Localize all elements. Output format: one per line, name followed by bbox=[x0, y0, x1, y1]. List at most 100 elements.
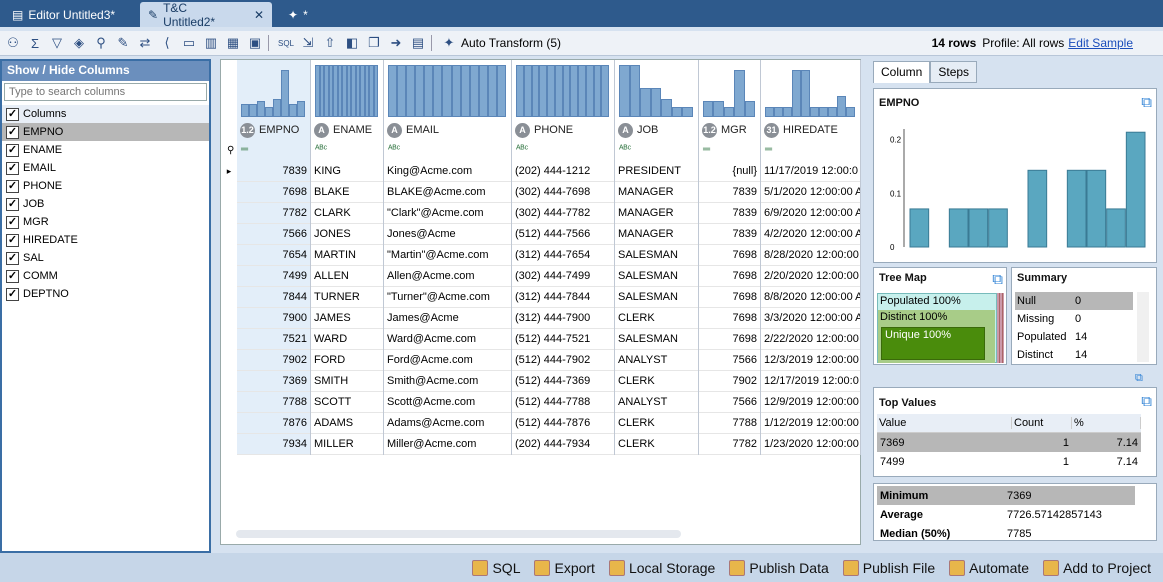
summary-row[interactable]: Distinct 14 bbox=[1015, 346, 1133, 364]
table-cell[interactable]: 3/3/2020 12:00:00 A bbox=[761, 308, 860, 329]
table-cell[interactable]: WARD bbox=[311, 329, 383, 350]
table-icon[interactable]: ▤ bbox=[409, 34, 427, 52]
checkbox[interactable]: ✓ bbox=[6, 287, 19, 301]
table-cell[interactable]: PRESIDENT bbox=[615, 161, 698, 182]
table-cell[interactable]: CLARK bbox=[311, 203, 383, 224]
table-cell[interactable]: CLERK bbox=[615, 413, 698, 434]
column-toggle-comm[interactable]: ✓ COMM bbox=[2, 267, 209, 285]
sum-icon[interactable]: Σ bbox=[26, 34, 44, 52]
table-cell[interactable]: CLERK bbox=[615, 308, 698, 329]
sql-button[interactable]: SQL bbox=[472, 559, 520, 576]
column-header[interactable]: A PHONE bbox=[512, 121, 614, 139]
summary-row[interactable]: Populated 14 bbox=[1015, 328, 1133, 346]
upload-icon[interactable]: ⇧ bbox=[321, 34, 339, 52]
grid-column-phone[interactable]: A PHONE ᴬᴮᶜ (202) 444-1212 (302) 444-7698 (30… bbox=[512, 60, 615, 455]
table-cell[interactable]: 1/23/2020 12:00:00 bbox=[761, 434, 860, 455]
table-cell[interactable]: 7839 bbox=[699, 224, 760, 245]
checkbox[interactable]: ✓ bbox=[6, 233, 19, 247]
table-cell[interactable]: 5/1/2020 12:00:00 A bbox=[761, 182, 860, 203]
table-cell[interactable]: (312) 444-7654 bbox=[512, 245, 614, 266]
top-value-row[interactable]: 7499 1 7.14 bbox=[877, 452, 1141, 471]
table-cell[interactable]: 8/8/2020 12:00:00 A bbox=[761, 287, 860, 308]
table-cell[interactable]: JONES bbox=[311, 224, 383, 245]
arrow-icon[interactable]: ➜ bbox=[387, 34, 405, 52]
stat-row[interactable]: Minimum 7369 bbox=[877, 486, 1135, 505]
table-cell[interactable]: SALESMAN bbox=[615, 287, 698, 308]
table-cell[interactable]: SALESMAN bbox=[615, 245, 698, 266]
table-cell[interactable]: 6/9/2020 12:00:00 A bbox=[761, 203, 860, 224]
expand-icon[interactable]: ⧉ bbox=[1135, 372, 1143, 385]
table-cell[interactable]: (202) 444-1212 bbox=[512, 161, 614, 182]
search-columns-input[interactable] bbox=[4, 83, 207, 101]
checkbox[interactable]: ✓ bbox=[6, 107, 19, 121]
table-cell[interactable]: FORD bbox=[311, 350, 383, 371]
table-cell[interactable]: James@Acme bbox=[384, 308, 511, 329]
grid-column-hiredate[interactable]: 31 HIREDATE ═ 11/17/2019 12:00:0 5/1/2020 12… bbox=[761, 60, 861, 455]
pencil-icon[interactable]: ✎ bbox=[114, 34, 132, 52]
sql-icon[interactable]: SQL bbox=[277, 34, 295, 52]
calendar-icon[interactable]: ▣ bbox=[246, 34, 264, 52]
table-cell[interactable]: Ward@Acme.com bbox=[384, 329, 511, 350]
binoculars-icon[interactable]: ⚇ bbox=[4, 34, 22, 52]
table-cell[interactable]: 7782 bbox=[699, 434, 760, 455]
text-type-icon[interactable]: ᴬᴮᶜ bbox=[388, 144, 400, 155]
column-toggle-ename[interactable]: ✓ ENAME bbox=[2, 141, 209, 159]
tab-tc[interactable]: ✎ T&C Untitled2* ✕ bbox=[140, 1, 272, 29]
table-cell[interactable]: ALLEN bbox=[311, 266, 383, 287]
table-cell[interactable]: Jones@Acme bbox=[384, 224, 511, 245]
table-cell[interactable]: 7566 bbox=[699, 392, 760, 413]
table-cell[interactable]: Allen@Acme.com bbox=[384, 266, 511, 287]
table-cell[interactable]: ANALYST bbox=[615, 392, 698, 413]
column-header[interactable]: 1.2 EMPNO bbox=[237, 121, 310, 139]
column-toggle-email[interactable]: ✓ EMAIL bbox=[2, 159, 209, 177]
table-cell[interactable]: (512) 444-7566 bbox=[512, 224, 614, 245]
checkbox[interactable]: ✓ bbox=[6, 143, 19, 157]
grid-column-mgr[interactable]: 1.2 MGR ═ {null} 7839 7839 7839 7698 7698 7698 769… bbox=[699, 60, 761, 455]
horizontal-scrollbar[interactable] bbox=[236, 530, 681, 538]
table-cell[interactable]: 7369 bbox=[237, 371, 310, 392]
tab-steps[interactable]: Steps bbox=[930, 61, 978, 83]
copy-icon[interactable]: ❐ bbox=[365, 34, 383, 52]
tab-new[interactable]: ✦ * bbox=[280, 2, 316, 27]
table-cell[interactable]: 8/28/2020 12:00:00 bbox=[761, 245, 860, 266]
column-header[interactable]: A EMAIL bbox=[384, 121, 511, 139]
table-cell[interactable]: BLAKE bbox=[311, 182, 383, 203]
table-cell[interactable]: 12/17/2019 12:00:0 bbox=[761, 371, 860, 392]
table-cell[interactable]: Miller@Acme.com bbox=[384, 434, 511, 455]
table-cell[interactable]: 7844 bbox=[237, 287, 310, 308]
column-toggle-phone[interactable]: ✓ PHONE bbox=[2, 177, 209, 195]
checkbox[interactable]: ✓ bbox=[6, 215, 19, 229]
table-cell[interactable]: (512) 444-7521 bbox=[512, 329, 614, 350]
table-cell[interactable]: (512) 444-7902 bbox=[512, 350, 614, 371]
table-cell[interactable]: 7782 bbox=[237, 203, 310, 224]
table-cell[interactable]: CLERK bbox=[615, 434, 698, 455]
text-type-icon[interactable]: ᴬᴮᶜ bbox=[619, 144, 631, 155]
local-storage-button[interactable]: Local Storage bbox=[608, 559, 715, 576]
table-cell[interactable]: MANAGER bbox=[615, 224, 698, 245]
table-cell[interactable]: SCOTT bbox=[311, 392, 383, 413]
table-cell[interactable]: {null} bbox=[699, 161, 760, 182]
table-cell[interactable]: 7902 bbox=[699, 371, 760, 392]
table-cell[interactable]: 7698 bbox=[699, 287, 760, 308]
table-cell[interactable]: 2/20/2020 12:00:00 bbox=[761, 266, 860, 287]
equals-icon[interactable]: ═ bbox=[703, 144, 710, 155]
grid-column-email[interactable]: A EMAIL ᴬᴮᶜ King@Acme.com BLAKE@Acme.com "Cla… bbox=[384, 60, 512, 455]
tab-editor[interactable]: ▤ Editor Untitled3* bbox=[4, 2, 123, 27]
table-cell[interactable]: 2/22/2020 12:00:00 bbox=[761, 329, 860, 350]
rename-icon[interactable]: ▭ bbox=[180, 34, 198, 52]
stat-row[interactable]: Average 7726.57142857143 bbox=[877, 505, 1135, 524]
column-toggle-mgr[interactable]: ✓ MGR bbox=[2, 213, 209, 231]
checkbox[interactable]: ✓ bbox=[6, 125, 19, 139]
table-cell[interactable]: SMITH bbox=[311, 371, 383, 392]
fill-icon[interactable]: ◈ bbox=[70, 34, 88, 52]
pin-icon[interactable]: ⚲ bbox=[227, 145, 234, 156]
table-cell[interactable]: (302) 444-7499 bbox=[512, 266, 614, 287]
table-cell[interactable]: MANAGER bbox=[615, 182, 698, 203]
split-icon[interactable]: ⟨ bbox=[158, 34, 176, 52]
table-cell[interactable]: 7788 bbox=[237, 392, 310, 413]
table-cell[interactable]: 7839 bbox=[699, 182, 760, 203]
table-cell[interactable]: (202) 444-7934 bbox=[512, 434, 614, 455]
table-cell[interactable]: (512) 444-7369 bbox=[512, 371, 614, 392]
table-cell[interactable]: 7788 bbox=[699, 413, 760, 434]
table-cell[interactable]: "Clark"@Acme.com bbox=[384, 203, 511, 224]
